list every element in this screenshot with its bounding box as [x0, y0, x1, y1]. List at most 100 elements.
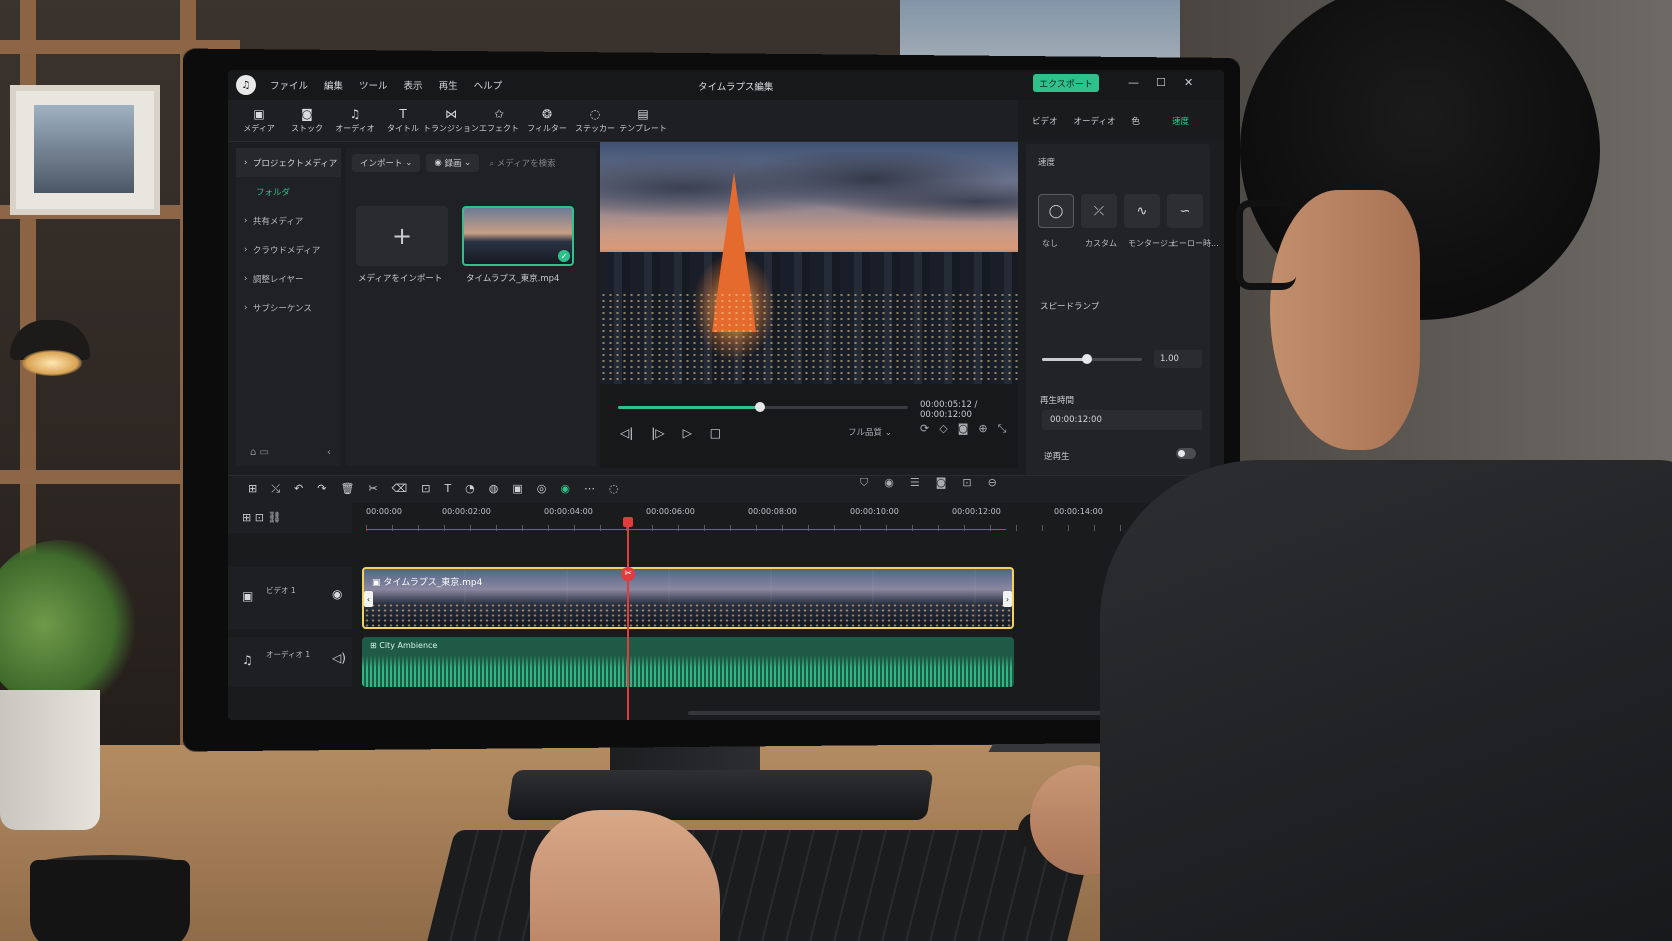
menu-view[interactable]: 表示	[404, 78, 423, 92]
speed-slider-handle[interactable]	[1082, 354, 1092, 364]
import-media-tile[interactable]: +	[356, 206, 448, 266]
shield-icon[interactable]: ⛉	[860, 476, 868, 490]
tab-color[interactable]: 色	[1131, 115, 1140, 127]
play-back-icon[interactable]: |▷	[651, 426, 664, 440]
toolbar-button-filter[interactable]: ❂ フィルター	[527, 100, 567, 141]
more-icon[interactable]: ⋯	[584, 482, 595, 496]
undo-icon[interactable]: ↶	[294, 482, 303, 496]
tab-speed[interactable]: 速度	[1172, 115, 1189, 127]
none-speed-icon[interactable]: ◯	[1038, 194, 1074, 228]
split-icon[interactable]: ✂	[368, 482, 377, 496]
toolbar-button-audio[interactable]: ♫ オーディオ	[335, 100, 374, 141]
clip-trim-left-handle[interactable]: ‹	[364, 591, 373, 607]
collapse-sidebar-icon[interactable]: ‹	[327, 447, 331, 458]
menu-help[interactable]: ヘルプ	[474, 78, 503, 92]
speed-value-input[interactable]: 1.00	[1154, 350, 1202, 368]
sidebar-item-cloud-media[interactable]: › クラウドメディア	[236, 235, 341, 264]
app-logo-icon[interactable]: ♫	[236, 75, 256, 95]
color-match-icon[interactable]: ◎	[537, 482, 547, 496]
auto-reframe-icon[interactable]: ◌	[609, 482, 619, 496]
speed-panel: 速度 スピードランプ 1.00 再生時間 00:00:12:00 逆再生 ◯ なし…	[1026, 144, 1219, 476]
maximize-icon[interactable]: ☐	[1156, 76, 1166, 89]
stop-icon[interactable]: □	[710, 426, 721, 440]
mask-icon[interactable]: ◍	[489, 482, 499, 496]
toolbar-button-template[interactable]: ▤ テンプレート	[619, 100, 667, 141]
zoom-fit-icon[interactable]: ⊖	[988, 476, 997, 490]
timeline-scrollbar[interactable]	[688, 711, 1148, 715]
sidebar-item-adjustment-layer[interactable]: › 調整レイヤー	[236, 264, 341, 293]
hero-time-speed-icon[interactable]: ∽	[1167, 194, 1203, 228]
speed-preset-label: カスタム	[1085, 239, 1117, 248]
snapshot-icon[interactable]: ◙	[958, 422, 969, 436]
select-tool-icon[interactable]: ⤯	[271, 482, 280, 496]
tab-audio[interactable]: オーディオ	[1074, 115, 1116, 127]
layout-icon[interactable]: ⊞	[248, 482, 257, 496]
toolbar-button-media[interactable]: ▣ メディア	[240, 100, 278, 141]
toolbar-label: エフェクト	[479, 124, 519, 133]
check-icon: ✓	[558, 250, 570, 262]
media-search-input[interactable]: ⌕ メディアを検索	[489, 157, 555, 169]
audio-clip[interactable]: ⊞ City Ambience	[362, 637, 1014, 687]
track-icon[interactable]: ☰	[910, 476, 920, 490]
sidebar-item-project-media[interactable]: › プロジェクトメディア	[236, 148, 341, 177]
toolbar-button-stock[interactable]: ◙ ストック	[288, 100, 326, 141]
duration-input[interactable]: 00:00:12:00	[1042, 410, 1202, 430]
video-clip[interactable]: ▣ タイムラプス_東京.mp4 ‹ ›	[362, 567, 1014, 629]
audio-track-header: ♫ オーディオ 1 ◁)	[228, 637, 352, 687]
speed-icon[interactable]: ◔	[465, 482, 475, 496]
redo-icon[interactable]: ↷	[317, 482, 326, 496]
video-clip-label: ▣ タイムラプス_東京.mp4	[372, 578, 483, 588]
prev-frame-icon[interactable]: ◁|	[620, 426, 633, 440]
import-dropdown[interactable]: インポート ⌄	[352, 154, 421, 172]
marker-icon[interactable]: ◇	[939, 422, 947, 436]
freeze-icon[interactable]: ▣	[512, 482, 522, 496]
close-icon[interactable]: ✕	[1184, 76, 1193, 89]
render-icon[interactable]: ⊡	[962, 476, 971, 490]
zoom-icon[interactable]: ⊕	[978, 422, 987, 436]
loop-icon[interactable]: ⟳	[920, 422, 929, 436]
reverse-toggle[interactable]	[1176, 448, 1196, 459]
audio-clip-label: ⊞ City Ambience	[370, 641, 438, 650]
minimize-icon[interactable]: —	[1128, 76, 1139, 89]
speaker-icon[interactable]: ◁)	[332, 651, 346, 665]
toolbar-button-title[interactable]: T タイトル	[384, 100, 422, 141]
text-icon[interactable]: T	[444, 482, 451, 496]
menu-edit[interactable]: 編集	[324, 78, 343, 92]
sidebar-item-folder[interactable]: フォルダ	[236, 177, 341, 206]
progress-handle[interactable]	[755, 402, 766, 412]
delete-icon[interactable]: 🗑	[340, 482, 354, 496]
media-thumbnail[interactable]: ✓	[462, 206, 574, 266]
fullscreen-icon[interactable]: ⤡	[998, 422, 1007, 436]
quality-select[interactable]: フル品質 ⌄	[848, 426, 892, 438]
playhead[interactable]	[627, 521, 630, 720]
trash-icon[interactable]: ⌫	[392, 482, 408, 496]
clip-trim-right-handle[interactable]: ›	[1003, 591, 1012, 607]
export-button[interactable]: エクスポート	[1033, 74, 1099, 92]
add-track-icon[interactable]: ⊞ ⊡ ⛓	[242, 511, 281, 524]
ai-tool-icon[interactable]: ◉	[560, 482, 570, 496]
speed-slider[interactable]	[1042, 354, 1142, 364]
scissors-icon[interactable]: ✂	[621, 567, 636, 581]
toolbar-label: メディア	[243, 124, 275, 133]
crop-icon[interactable]: ⊡	[421, 482, 430, 496]
sidebar-item-subsequence[interactable]: › サブシーケンス	[236, 293, 341, 322]
play-icon[interactable]: ▷	[683, 426, 692, 440]
record-voice-icon[interactable]: ◉	[884, 476, 894, 490]
menu-tools[interactable]: ツール	[359, 78, 388, 92]
montage-speed-icon[interactable]: ∿	[1124, 194, 1160, 228]
custom-speed-icon[interactable]: ⤫	[1081, 194, 1117, 228]
record-dropdown[interactable]: ◉ 録画 ⌄	[426, 154, 480, 172]
menu-playback[interactable]: 再生	[439, 78, 458, 92]
toolbar-button-transition[interactable]: ⋈ トランジション	[423, 100, 479, 141]
time-ruler[interactable]: 00:00:00 00:00:02:00 00:00:04:00 00:00:06:0…	[358, 503, 1224, 533]
snapshot-timeline-icon[interactable]: ◙	[936, 476, 947, 490]
menu-file[interactable]: ファイル	[270, 78, 308, 92]
toolbar-button-effect[interactable]: ✩ エフェクト	[479, 100, 519, 141]
eye-icon[interactable]: ◉	[332, 587, 342, 601]
tab-video[interactable]: ビデオ	[1032, 115, 1058, 127]
reverse-label: 逆再生	[1044, 452, 1070, 462]
new-folder-icon[interactable]: ⌂ ▭	[250, 447, 269, 458]
playback-progress-bar[interactable]	[618, 402, 908, 412]
toolbar-button-sticker[interactable]: ◌ ステッカー	[575, 100, 615, 141]
sidebar-item-shared-media[interactable]: › 共有メディア	[236, 206, 341, 235]
